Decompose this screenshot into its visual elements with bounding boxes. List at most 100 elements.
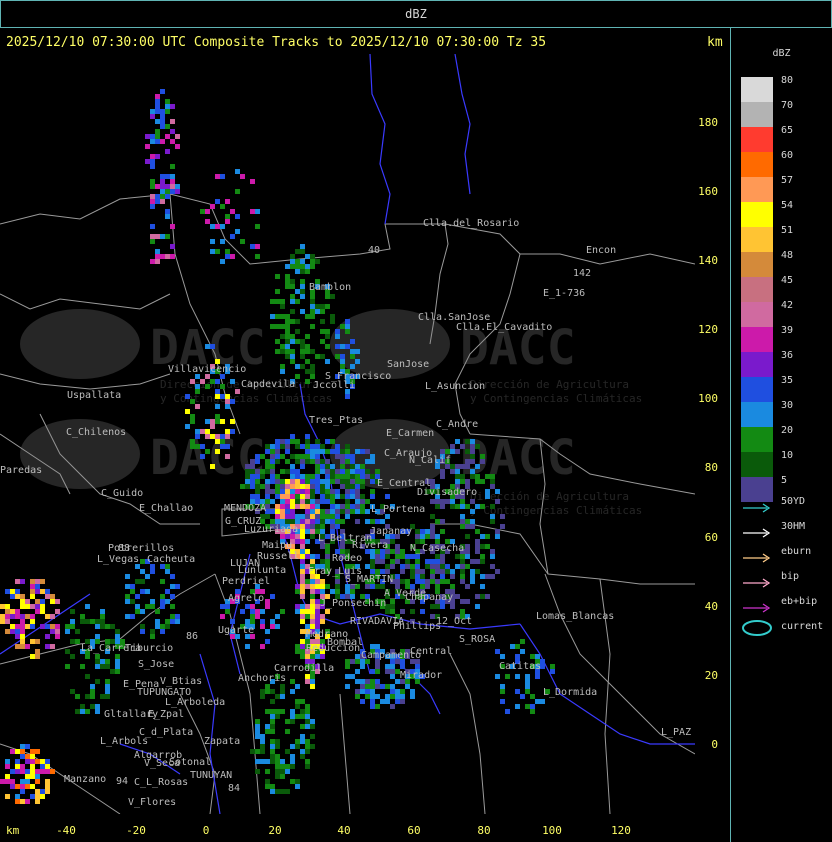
- echo-cell: [295, 609, 300, 614]
- echo-cell: [195, 444, 200, 449]
- echo-cell: [250, 619, 255, 624]
- echo-cell: [170, 189, 175, 194]
- legend-swatch-label: 20: [781, 425, 794, 436]
- echo-cell: [350, 589, 355, 594]
- echo-cell: [265, 684, 270, 689]
- y-tick-label: 60: [704, 531, 718, 544]
- echo-cell: [30, 764, 35, 769]
- echo-cell: [480, 544, 485, 549]
- echo-cell: [340, 364, 345, 369]
- echo-cell: [325, 474, 330, 479]
- echo-cell: [310, 314, 315, 319]
- echo-cell: [280, 494, 285, 499]
- place-label: Uspallata: [67, 390, 121, 401]
- echo-cell: [160, 254, 165, 259]
- echo-cell: [470, 524, 475, 529]
- echo-cell: [305, 334, 310, 339]
- echo-cell: [45, 624, 50, 629]
- echo-cell: [140, 569, 145, 574]
- echo-cell: [440, 559, 445, 564]
- echo-cell: [295, 649, 300, 654]
- echo-cell: [115, 654, 120, 659]
- echo-cell: [275, 489, 280, 494]
- echo-cell: [280, 364, 285, 369]
- echo-cell: [300, 479, 305, 484]
- echo-cell: [165, 174, 170, 179]
- echo-cell: [160, 599, 165, 604]
- legend-swatch: [741, 177, 773, 202]
- legend-swatch-label: 60: [781, 150, 794, 161]
- echo-cell: [285, 499, 290, 504]
- echo-cell: [255, 254, 260, 259]
- echo-cell: [315, 309, 320, 314]
- echo-cell: [245, 644, 250, 649]
- place-label: N_Casecha: [410, 543, 464, 554]
- echo-cell: [350, 509, 355, 514]
- echo-cell: [10, 614, 15, 619]
- echo-cell: [325, 609, 330, 614]
- echo-cell: [335, 514, 340, 519]
- echo-cell: [450, 449, 455, 454]
- echo-cell: [315, 454, 320, 459]
- echo-cell: [310, 299, 315, 304]
- echo-cell: [255, 489, 260, 494]
- echo-cell: [300, 524, 305, 529]
- echo-cell: [175, 584, 180, 589]
- place-label: V_Seca: [144, 758, 180, 769]
- echo-cell: [310, 309, 315, 314]
- echo-cell: [500, 684, 505, 689]
- echo-cell: [485, 594, 490, 599]
- echo-cell: [215, 434, 220, 439]
- echo-cell: [155, 134, 160, 139]
- echo-cell: [310, 474, 315, 479]
- echo-cell: [235, 214, 240, 219]
- place-label: L_Dormida: [543, 687, 597, 698]
- legend-swatch-label: 57: [781, 175, 794, 186]
- echo-cell: [335, 504, 340, 509]
- echo-cell: [255, 749, 260, 754]
- echo-cell: [165, 189, 170, 194]
- echo-cell: [305, 704, 310, 709]
- echo-cell: [400, 694, 405, 699]
- echo-cell: [35, 654, 40, 659]
- echo-cell: [285, 274, 290, 279]
- echo-cell: [270, 784, 275, 789]
- echo-cell: [10, 589, 15, 594]
- echo-cell: [130, 614, 135, 619]
- echo-cell: [300, 589, 305, 594]
- echo-cell: [295, 364, 300, 369]
- echo-cell: [45, 779, 50, 784]
- echo-cell: [300, 579, 305, 584]
- echo-cell: [300, 614, 305, 619]
- echo-cell: [315, 554, 320, 559]
- echo-cell: [85, 619, 90, 624]
- echo-cell: [165, 254, 170, 259]
- legend-swatch-label: 65: [781, 125, 794, 136]
- echo-cell: [310, 529, 315, 534]
- echo-cell: [150, 194, 155, 199]
- echo-cell: [150, 569, 155, 574]
- echo-cell: [305, 724, 310, 729]
- echo-cell: [495, 534, 500, 539]
- echo-cell: [400, 549, 405, 554]
- echo-cell: [400, 554, 405, 559]
- echo-cell: [300, 289, 305, 294]
- echo-cell: [310, 589, 315, 594]
- echo-cell: [30, 774, 35, 779]
- echo-cell: [260, 624, 265, 629]
- echo-cell: [360, 499, 365, 504]
- place-label: L_PAZ: [661, 727, 691, 738]
- echo-cell: [255, 474, 260, 479]
- echo-cell: [20, 744, 25, 749]
- echo-cell: [325, 439, 330, 444]
- echo-cell: [340, 519, 345, 524]
- echo-cell: [290, 759, 295, 764]
- echo-cell: [410, 689, 415, 694]
- echo-cell: [35, 789, 40, 794]
- radar-map[interactable]: DACC DACC DACC DACC Dirección de Agricul…: [0, 54, 695, 814]
- echo-cell: [165, 184, 170, 189]
- echo-cell: [290, 779, 295, 784]
- echo-cell: [270, 314, 275, 319]
- echo-cell: [115, 669, 120, 674]
- echo-cell: [330, 499, 335, 504]
